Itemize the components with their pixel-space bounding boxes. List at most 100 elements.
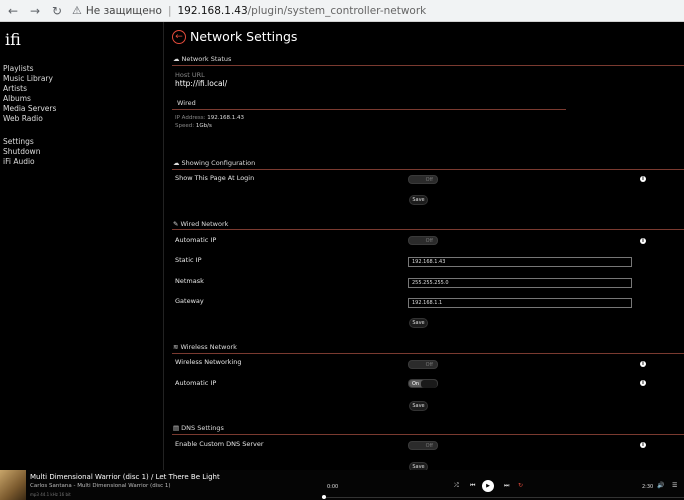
main-content: ← Network Settings ☁ Network Status Host…: [163, 22, 684, 472]
section-title: DNS Settings: [181, 424, 224, 432]
sidebar-item-artists[interactable]: Artists: [3, 84, 56, 94]
forward-arrow-icon[interactable]: →: [26, 2, 44, 20]
show-page-label: Show This Page At Login: [175, 174, 255, 182]
wireless-automatic-ip-label: Automatic IP: [175, 379, 217, 387]
address-separator: |: [167, 4, 172, 17]
url-host: 192.168.1.43: [177, 4, 248, 17]
gateway-label: Gateway: [175, 297, 204, 305]
save-button[interactable]: Save: [409, 318, 428, 328]
track-format: mp3 44.1 kHz 16 bit: [30, 492, 71, 497]
sidebar: ifi Playlists Music Library Artists Albu…: [0, 22, 163, 470]
time-total: 2:30: [642, 484, 654, 490]
wireless-networking-toggle[interactable]: Off: [408, 360, 438, 369]
info-icon[interactable]: i: [640, 176, 646, 182]
save-button[interactable]: Save: [409, 195, 428, 205]
toggle-knob: [421, 380, 437, 388]
info-icon[interactable]: i: [640, 380, 646, 386]
queue-icon[interactable]: ☰: [672, 482, 677, 489]
dashboard-icon: ☁: [173, 55, 180, 63]
wireless-automatic-ip-toggle[interactable]: On: [408, 379, 438, 388]
info-icon[interactable]: i: [640, 361, 646, 367]
progress-track[interactable]: [322, 497, 684, 498]
host-url-value[interactable]: http://ifi.local/: [175, 79, 227, 88]
gateway-field[interactable]: 192.168.1.1: [408, 298, 632, 308]
speed-value: 1Gb/s: [195, 123, 212, 129]
ip-address-label: IP Address:: [175, 115, 206, 121]
sidebar-item-playlists[interactable]: Playlists: [3, 64, 56, 74]
play-icon: ▶: [486, 483, 490, 489]
sidebar-item-shutdown[interactable]: Shutdown: [3, 147, 40, 157]
player-bar: Multi Dimensional Warrior (disc 1) / Let…: [0, 470, 684, 500]
speed-label: Speed:: [175, 123, 195, 129]
sidebar-item-music-library[interactable]: Music Library: [3, 74, 56, 84]
info-icon[interactable]: i: [640, 442, 646, 448]
toggle-state: On: [412, 381, 420, 387]
track-artist-album[interactable]: Carlos Santana - Multi Dimensional Warri…: [30, 483, 171, 489]
save-button[interactable]: Save: [409, 401, 428, 411]
automatic-ip-toggle[interactable]: Off: [408, 236, 438, 245]
dashboard-icon: ☁: [173, 159, 180, 167]
reload-icon[interactable]: ↻: [48, 2, 66, 20]
show-page-toggle[interactable]: Off: [408, 175, 438, 184]
ip-address-line: IP Address: 192.168.1.43: [175, 115, 244, 121]
divider: [172, 169, 684, 170]
section-network-status: ☁ Network Status: [173, 55, 231, 63]
back-arrow-icon[interactable]: ←: [4, 2, 22, 20]
info-icon[interactable]: i: [640, 238, 646, 244]
toggle-state: Off: [425, 177, 433, 183]
toggle-state: Off: [425, 443, 433, 449]
play-button[interactable]: ▶: [482, 480, 494, 492]
wrench-icon: ✎: [173, 220, 179, 228]
ifi-logo[interactable]: ifi: [5, 30, 21, 49]
netmask-label: Netmask: [175, 277, 204, 285]
divider: [172, 65, 684, 66]
page-title: Network Settings: [190, 29, 298, 44]
host-url-label: Host URL: [175, 71, 205, 79]
volume-icon[interactable]: 🔊: [657, 482, 664, 489]
netmask-field[interactable]: 255.255.255.0: [408, 278, 632, 288]
section-title: Wired Network: [180, 220, 229, 228]
sidebar-item-web-radio[interactable]: Web Radio: [3, 114, 56, 124]
toggle-state: Off: [425, 238, 433, 244]
track-title[interactable]: Multi Dimensional Warrior (disc 1) / Let…: [30, 473, 220, 481]
shuffle-icon[interactable]: ⤮: [454, 482, 459, 490]
section-wired-network: ✎ Wired Network: [173, 220, 228, 228]
ip-address-value: 192.168.1.43: [207, 115, 244, 121]
automatic-ip-label: Automatic IP: [175, 236, 217, 244]
page-header: ← Network Settings: [172, 29, 297, 44]
section-title: Wireless Network: [180, 343, 237, 351]
warning-triangle-icon: ⚠: [72, 4, 82, 17]
custom-dns-label: Enable Custom DNS Server: [175, 440, 264, 448]
sidebar-item-ifi-audio[interactable]: iFi Audio: [3, 157, 40, 167]
divider: [172, 109, 566, 110]
sidebar-item-albums[interactable]: Albums: [3, 94, 56, 104]
next-icon[interactable]: ⏭: [504, 482, 509, 490]
progress-handle[interactable]: [322, 495, 326, 499]
divider: [172, 353, 684, 354]
static-ip-field[interactable]: 192.168.1.43: [408, 257, 632, 267]
sidebar-item-media-servers[interactable]: Media Servers: [3, 104, 56, 114]
divider: [172, 434, 684, 435]
speed-line: Speed: 1Gb/s: [175, 123, 212, 129]
section-wireless-network: ≋ Wireless Network: [173, 343, 237, 351]
toggle-state: Off: [425, 362, 433, 368]
time-elapsed: 0:00: [327, 484, 339, 490]
album-cover[interactable]: [0, 470, 26, 500]
repeat-icon[interactable]: ↻: [518, 482, 523, 489]
sidebar-menu-library: Playlists Music Library Artists Albums M…: [3, 64, 56, 124]
back-button[interactable]: ←: [172, 29, 186, 44]
wireless-networking-label: Wireless Networking: [175, 358, 242, 366]
section-dns-settings: ▤ DNS Settings: [173, 424, 224, 432]
browser-toolbar: ← → ↻ ⚠ Не защищено | 192.168.1.43 /plug…: [0, 0, 684, 22]
custom-dns-toggle[interactable]: Off: [408, 441, 438, 450]
security-label: Не защищено: [85, 4, 162, 17]
sidebar-item-settings[interactable]: Settings: [3, 137, 40, 147]
previous-icon[interactable]: ⏮: [470, 482, 475, 490]
section-showing-configuration: ☁ Showing Configuration: [173, 159, 255, 167]
wired-label: Wired: [177, 99, 196, 107]
server-icon: ▤: [173, 424, 180, 432]
address-bar[interactable]: ⚠ Не защищено | 192.168.1.43 /plugin/sys…: [72, 4, 426, 17]
url-path: /plugin/system_controller-network: [247, 4, 427, 17]
section-title: Showing Configuration: [181, 159, 256, 167]
divider: [172, 229, 684, 230]
